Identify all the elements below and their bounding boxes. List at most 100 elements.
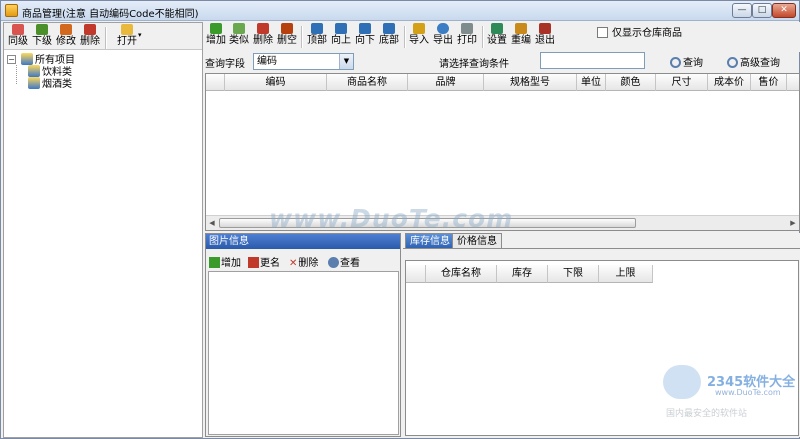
move-up-button[interactable]: 向上 <box>330 23 352 49</box>
tab-divider <box>403 248 800 249</box>
query-field-select[interactable]: 编码 ▼ <box>253 53 354 70</box>
advanced-search-button[interactable]: 高级查询 <box>727 54 780 69</box>
renumber-button[interactable]: 重编 <box>510 23 532 49</box>
tree-node-label: 烟酒类 <box>42 79 72 90</box>
maximize-button[interactable]: □ <box>752 3 772 18</box>
add-sibling-icon <box>12 24 24 35</box>
print-icon <box>461 23 473 34</box>
delete-picture-button[interactable]: ✕删除 <box>289 254 318 269</box>
tree-node-tobacco-wine[interactable]: 烟酒类 <box>28 77 72 90</box>
toolbar-divider <box>105 27 107 49</box>
main-window: 商品管理(注意 自动编码Code不能相同) — □ ✕ 同级 下级 修改 删除 <box>0 0 800 439</box>
settings-button[interactable]: 设置 <box>486 23 508 49</box>
rename-picture-button[interactable]: 更名 <box>248 254 280 269</box>
picture-toolbar: 增加 更名 ✕删除 查看 <box>206 252 400 270</box>
tab-price-info[interactable]: 价格信息 <box>452 233 502 248</box>
column-header[interactable]: 售价 <box>751 74 787 91</box>
goods-toolbar: 增加 类似 删除 删空 顶部 向上 向下 底部 导入 导出 打印 设置 重编 退… <box>205 22 800 52</box>
watermark-subtext: 国内最安全的软件站 <box>666 409 748 419</box>
column-header[interactable]: 规格型号 <box>484 74 577 91</box>
category-icon <box>28 65 40 77</box>
column-header[interactable]: 仓库名称 <box>426 265 497 283</box>
watermark-text: www.DuoTe.com <box>269 204 514 233</box>
export-icon <box>437 23 449 34</box>
clear-all-icon <box>281 23 293 34</box>
search-button[interactable]: 查询 <box>670 54 703 69</box>
column-header[interactable]: 颜色 <box>606 74 656 91</box>
view-icon <box>328 257 339 268</box>
rename-icon <box>248 257 259 268</box>
add-similar-button[interactable]: 类似 <box>228 23 250 49</box>
query-condition-input[interactable] <box>540 52 645 69</box>
move-bottom-button[interactable]: 底部 <box>378 23 400 49</box>
collapse-icon[interactable]: − <box>7 55 16 64</box>
watermark-logo: 2345软件大全 www.DuoTe.com <box>659 363 797 403</box>
tab-stock-info[interactable]: 库存信息 <box>405 233 455 248</box>
close-icon: ✕ <box>289 258 298 269</box>
add-sibling-button[interactable]: 同级 <box>7 24 29 50</box>
query-condition-label: 请选择查询条件 <box>439 59 509 70</box>
renumber-icon <box>515 23 527 34</box>
column-header[interactable]: 尺寸 <box>656 74 708 91</box>
move-top-button[interactable]: 顶部 <box>306 23 328 49</box>
column-header[interactable]: 商品名称 <box>327 74 408 91</box>
chevron-down-icon[interactable]: ▼ <box>339 54 353 69</box>
column-header[interactable]: 品牌 <box>408 74 484 91</box>
tree-line <box>16 65 17 84</box>
goods-table-header: 编码 商品名称 品牌 规格型号 单位 颜色 尺寸 成本价 售价 <box>206 74 799 91</box>
warehouse-only-checkbox[interactable]: 仅显示仓库商品 <box>597 24 682 39</box>
row-indicator-header <box>406 265 426 283</box>
add-goods-button[interactable]: 增加 <box>205 23 227 49</box>
mascot-icon <box>663 365 701 399</box>
delete-icon <box>84 24 96 35</box>
window-title: 商品管理(注意 自动编码Code不能相同) <box>22 9 199 20</box>
toolbar-divider <box>301 26 303 48</box>
app-icon <box>5 4 18 17</box>
column-header[interactable]: 成本价 <box>708 74 751 91</box>
view-picture-button[interactable]: 查看 <box>328 254 360 269</box>
category-tree: − 所有项目 饮料类 烟酒类 <box>4 51 202 437</box>
folder-icon <box>21 53 33 65</box>
delete-icon <box>257 23 269 34</box>
picture-panel-title: 图片信息 <box>206 234 400 249</box>
category-pane: 同级 下级 修改 删除 打开 ▾ − 所有项目 饮料类 烟酒类 <box>3 22 203 438</box>
close-button[interactable]: ✕ <box>772 3 796 18</box>
picture-area[interactable] <box>208 271 399 435</box>
column-header[interactable]: 上限 <box>599 265 653 283</box>
minimize-button[interactable]: — <box>732 3 752 18</box>
delete-category-button[interactable]: 删除 <box>79 24 101 50</box>
scroll-left-icon[interactable]: ◀ <box>207 218 217 228</box>
checkbox-label: 仅显示仓库商品 <box>612 28 682 39</box>
delete-goods-button[interactable]: 删除 <box>252 23 274 49</box>
checkbox-box[interactable] <box>597 27 608 38</box>
column-header[interactable]: 单位 <box>577 74 606 91</box>
move-down-icon <box>359 23 371 34</box>
add-picture-button[interactable]: 增加 <box>209 254 241 269</box>
picture-panel: 图片信息 增加 更名 ✕删除 查看 <box>205 233 401 437</box>
add-child-icon <box>36 24 48 35</box>
add-child-button[interactable]: 下级 <box>31 24 53 50</box>
move-down-button[interactable]: 向下 <box>354 23 376 49</box>
toolbar-divider <box>404 26 406 48</box>
title-bar: 商品管理(注意 自动编码Code不能相同) — □ ✕ <box>1 1 799 21</box>
column-header[interactable]: 库存 <box>497 265 548 283</box>
row-indicator-header <box>206 74 225 91</box>
export-button[interactable]: 导出 <box>432 23 454 49</box>
exit-button[interactable]: 退出 <box>534 23 556 49</box>
settings-icon <box>491 23 503 34</box>
folder-open-icon <box>121 24 133 35</box>
scroll-right-icon[interactable]: ▶ <box>788 218 798 228</box>
query-bar: 查询字段 编码 ▼ 请选择查询条件 查询 高级查询 <box>205 52 800 72</box>
edit-category-button[interactable]: 修改 <box>55 24 77 50</box>
import-icon <box>413 23 425 34</box>
import-button[interactable]: 导入 <box>408 23 430 49</box>
search-icon <box>670 57 681 68</box>
print-button[interactable]: 打印 <box>456 23 478 49</box>
column-header[interactable]: 下限 <box>548 265 599 283</box>
toolbar-divider <box>482 26 484 48</box>
exit-icon <box>539 23 551 34</box>
chevron-down-icon[interactable]: ▾ <box>138 31 142 39</box>
add-icon <box>210 23 222 34</box>
clear-all-button[interactable]: 删空 <box>276 23 298 49</box>
column-header[interactable]: 编码 <box>225 74 327 91</box>
